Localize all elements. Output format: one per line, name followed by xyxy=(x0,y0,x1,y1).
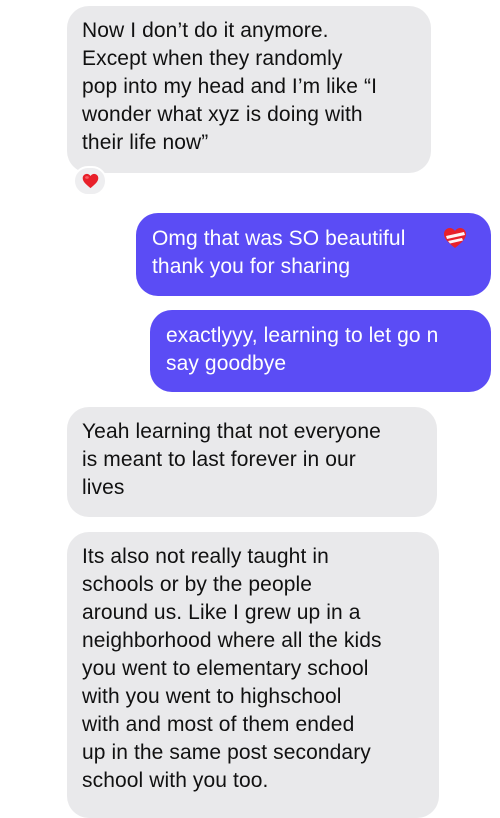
incoming-message-bubble[interactable]: Now I don’t do it anymore. Except when t… xyxy=(67,6,431,173)
message-text: exactlyyy, learning to let go n say good… xyxy=(166,324,439,375)
outgoing-message-bubble[interactable]: exactlyyy, learning to let go n say good… xyxy=(150,310,491,392)
message-text: Omg that was SO beautiful thank you for … xyxy=(152,227,406,278)
incoming-message-bubble[interactable]: Its also not really taught in schools or… xyxy=(67,532,439,818)
message-text: Now I don’t do it anymore. Except when t… xyxy=(82,19,378,154)
message-text: Its also not really taught in schools or… xyxy=(82,545,382,792)
outgoing-message-bubble[interactable]: Omg that was SO beautiful thank you for … xyxy=(136,213,491,296)
red-heart-icon xyxy=(82,173,99,189)
reaction-tapback[interactable] xyxy=(73,166,107,196)
incoming-message-bubble[interactable]: Yeah learning that not everyone is meant… xyxy=(67,407,437,517)
message-text: Yeah learning that not everyone is meant… xyxy=(82,420,381,499)
mending-heart-icon xyxy=(443,227,467,249)
